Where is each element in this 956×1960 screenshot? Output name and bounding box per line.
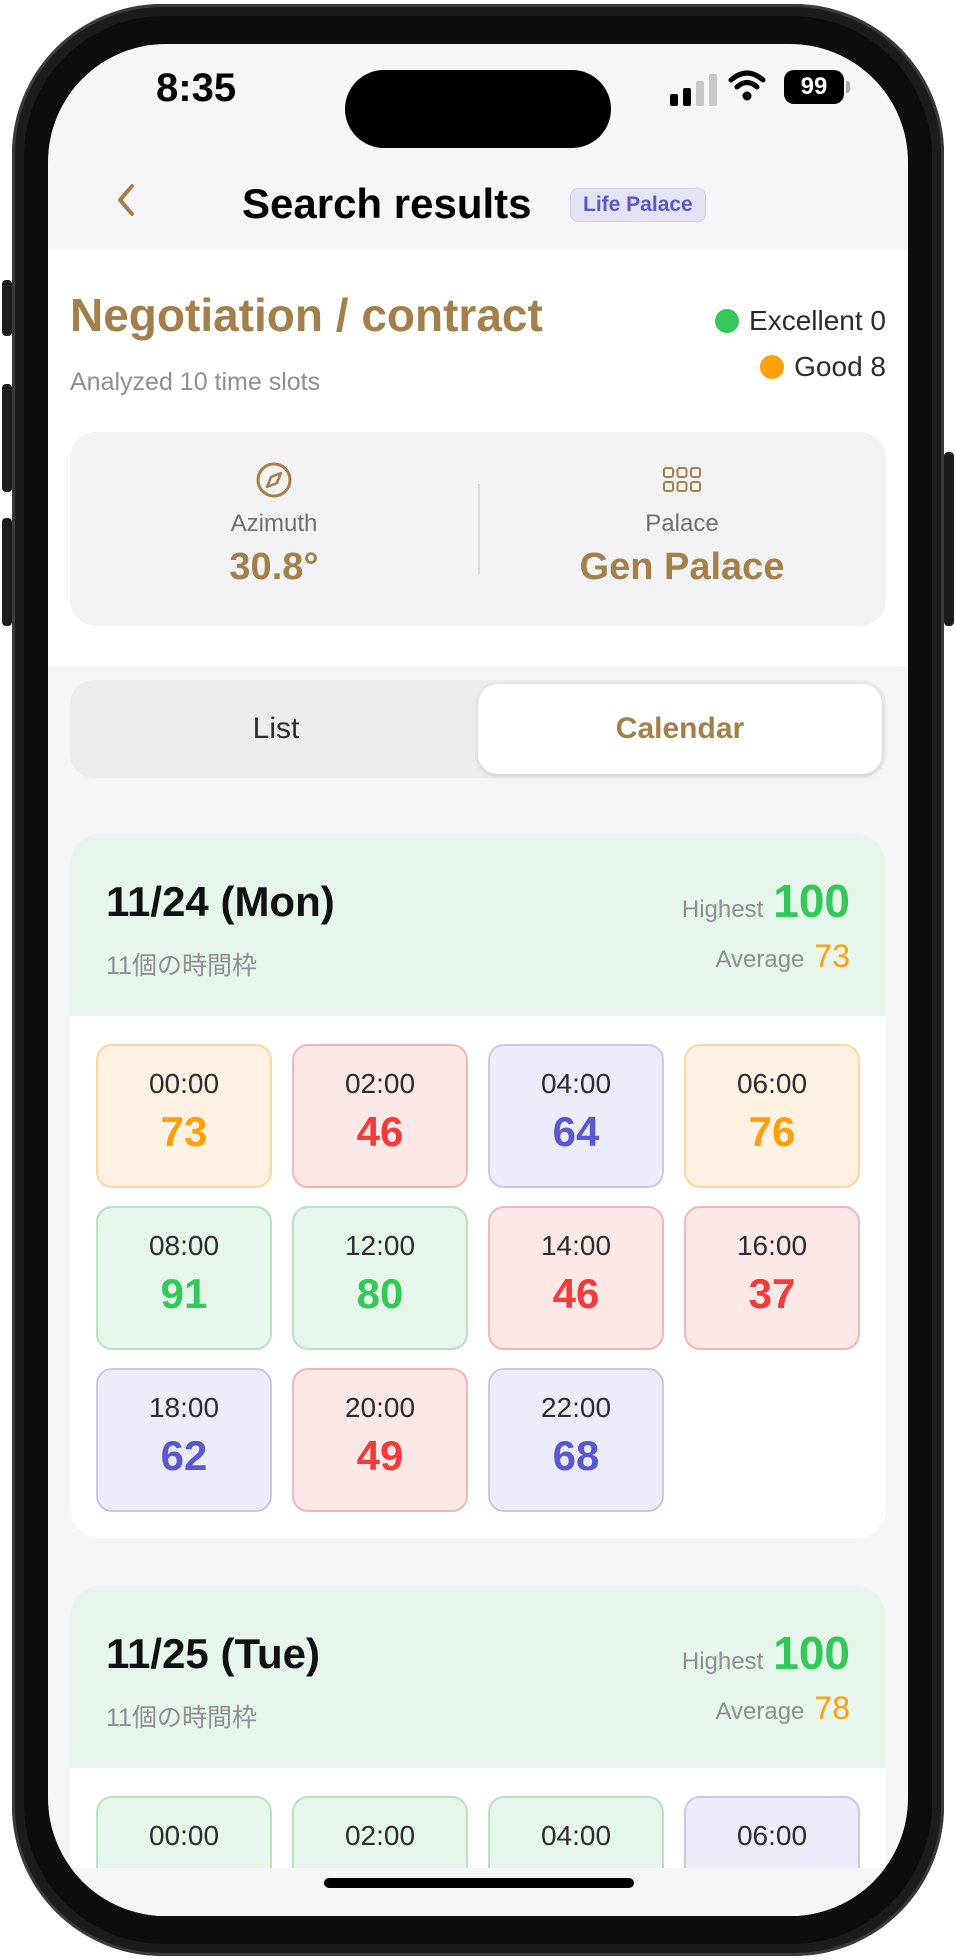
slot-score: 80: [356, 1270, 404, 1317]
compass-icon: [256, 462, 292, 498]
average-score: Average 73: [715, 938, 850, 975]
average-score: Average 78: [715, 1690, 850, 1727]
time-slot[interactable]: 00:00 73: [96, 1044, 272, 1188]
time-slot[interactable]: 22:00 68: [488, 1368, 664, 1512]
slot-score: 49: [356, 1432, 404, 1479]
azimuth-info: Azimuth 30.8°: [70, 432, 478, 626]
day-date: 11/24 (Mon): [106, 878, 335, 925]
dynamic-island: [345, 70, 611, 148]
slot-score: 68: [552, 1432, 600, 1479]
summary-card: Negotiation / contract Analyzed 10 time …: [48, 250, 908, 666]
slot-score: 46: [552, 1270, 600, 1317]
time-slot-grid: 00:00 73 02:00 46 04:00 64 06:00 76 08:00 91 12:00…: [70, 1016, 886, 1538]
slot-score: 64: [552, 1108, 600, 1155]
slot-time: 08:00: [148, 1230, 220, 1261]
time-slot[interactable]: 14:00 46: [488, 1206, 664, 1350]
slot-time: 04:00: [540, 1068, 612, 1099]
slot-time: 14:00: [540, 1230, 612, 1261]
slot-time: 00:00: [148, 1820, 220, 1851]
time-slot[interactable]: 02:00 46: [292, 1044, 468, 1188]
legend-good: Good 8: [715, 344, 886, 390]
highest-value: 100: [773, 875, 850, 927]
highest-label: Highest: [681, 896, 764, 923]
app-screen: 8:35 99 Search results Life Palace Negot…: [48, 44, 908, 1916]
slot-time: 16:00: [736, 1230, 808, 1261]
slot-time: 04:00: [540, 1820, 612, 1851]
chevron-left-icon: [118, 184, 134, 216]
slot-time: 00:00: [148, 1068, 220, 1099]
day-header: 11/24 (Mon) 11個の時間枠 Highest 100 Average …: [70, 834, 886, 1016]
slot-time: 06:00: [736, 1068, 808, 1099]
cellular-signal-icon: [670, 74, 717, 106]
average-value: 73: [814, 938, 850, 974]
time-slot[interactable]: 08:00 91: [96, 1206, 272, 1350]
legend-excellent: Excellent 0: [715, 298, 886, 344]
slot-score: 62: [160, 1432, 208, 1479]
time-slot[interactable]: 12:00 80: [292, 1206, 468, 1350]
highest-score: Highest 100: [682, 1626, 850, 1680]
legend-excellent-label: Excellent 0: [749, 305, 886, 336]
azimuth-value: 30.8°: [229, 546, 319, 588]
azimuth-label: Azimuth: [230, 510, 318, 537]
slot-time: 02:00: [344, 1820, 416, 1851]
view-mode-segmented-control: List Calendar: [70, 680, 886, 778]
day-header: 11/25 (Tue) 11個の時間枠 Highest 100 Average …: [70, 1586, 886, 1768]
excellent-dot-icon: [715, 309, 740, 333]
status-time: 8:35: [156, 66, 237, 110]
slot-time: 12:00: [344, 1230, 416, 1261]
slot-time: 06:00: [736, 1820, 808, 1851]
volume-up-button: [2, 384, 12, 492]
palace-info: Palace Gen Palace: [478, 432, 886, 626]
average-label: Average: [715, 1698, 805, 1725]
battery-indicator: 99: [784, 70, 850, 104]
wifi-icon: [728, 70, 766, 101]
time-slot[interactable]: 16:00 37: [684, 1206, 860, 1350]
navigation-bar: Search results Life Palace: [48, 154, 908, 250]
highest-label: Highest: [681, 1648, 764, 1675]
rating-legend: Excellent 0 Good 8: [715, 298, 886, 390]
time-slot[interactable]: 04:00 64: [488, 1044, 664, 1188]
highest-value: 100: [773, 1627, 850, 1679]
action-button: [2, 280, 12, 336]
slot-score: 76: [748, 1108, 796, 1155]
back-button[interactable]: [100, 174, 152, 226]
slot-score: 73: [160, 1108, 208, 1155]
day-date: 11/25 (Tue): [106, 1630, 320, 1677]
palace-label: Palace: [645, 510, 719, 537]
slot-score: 37: [748, 1270, 796, 1317]
day-slot-count: 11個の時間枠: [106, 1704, 257, 1732]
time-slot[interactable]: 06:00 76: [684, 1044, 860, 1188]
day-card: 11/25 (Tue) 11個の時間枠 Highest 100 Average …: [70, 1586, 886, 1916]
slot-time: 22:00: [540, 1392, 612, 1423]
time-slot[interactable]: 20:00 49: [292, 1368, 468, 1512]
day-slot-count: 11個の時間枠: [106, 952, 257, 980]
palace-badge: Life Palace: [570, 188, 706, 222]
bottom-safe-area: [48, 1868, 908, 1916]
time-slot[interactable]: 18:00 62: [96, 1368, 272, 1512]
good-dot-icon: [760, 355, 785, 379]
slot-score: 91: [160, 1270, 208, 1317]
activity-title: Negotiation / contract: [70, 289, 543, 341]
home-indicator[interactable]: [324, 1878, 634, 1888]
volume-down-button: [2, 518, 12, 626]
average-value: 78: [814, 1690, 850, 1726]
direction-info-box: Azimuth 30.8° Palace Gen Palace: [70, 432, 886, 626]
slot-time: 02:00: [344, 1068, 416, 1099]
average-label: Average: [715, 946, 805, 973]
tab-list[interactable]: List: [74, 684, 478, 774]
slot-time: 20:00: [344, 1392, 416, 1423]
slot-time: 18:00: [148, 1392, 220, 1423]
analyzed-count: Analyzed 10 time slots: [70, 368, 321, 396]
day-card: 11/24 (Mon) 11個の時間枠 Highest 100 Average …: [70, 834, 886, 1538]
page-title: Search results: [242, 180, 532, 227]
grid-icon: [663, 467, 701, 492]
highest-score: Highest 100: [682, 874, 850, 928]
tab-calendar[interactable]: Calendar: [478, 684, 882, 774]
palace-value: Gen Palace: [579, 546, 785, 588]
legend-good-label: Good 8: [794, 351, 886, 382]
status-bar: 8:35 99: [48, 44, 908, 154]
power-button: [944, 452, 954, 626]
slot-score: 46: [356, 1108, 404, 1155]
